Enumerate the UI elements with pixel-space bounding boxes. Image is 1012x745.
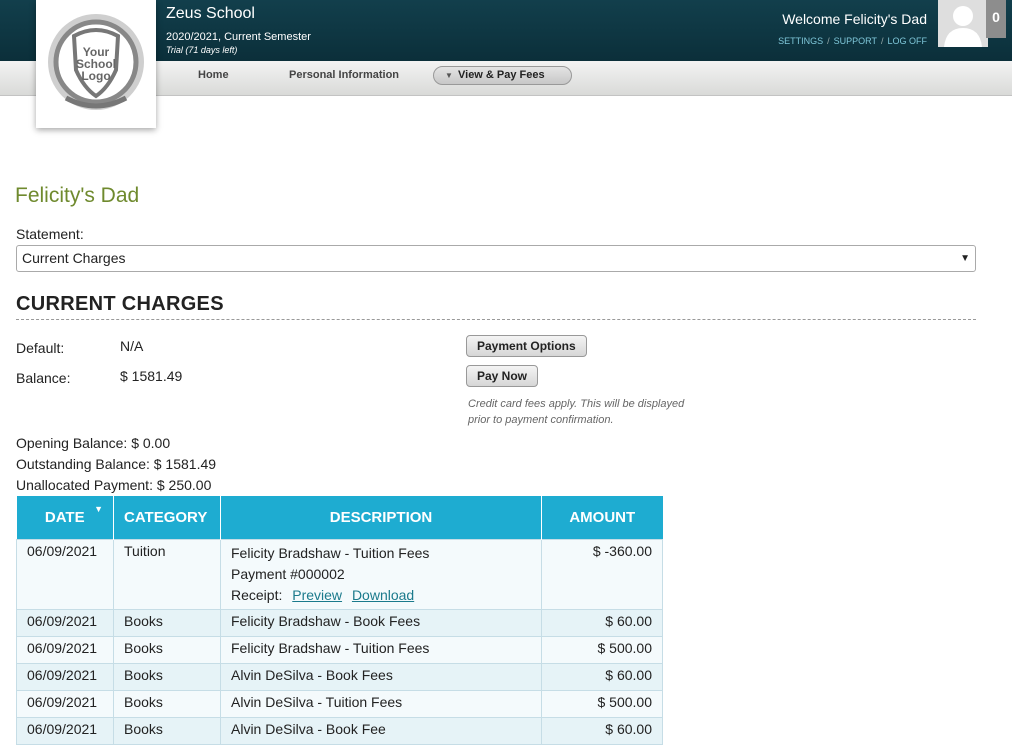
row-amount: $ -360.00	[541, 538, 663, 610]
table-row: 06/09/2021 Tuition Felicity Bradshaw - T…	[16, 538, 663, 610]
table-header-row: DATE ▼ CATEGORY DESCRIPTION AMOUNT	[16, 496, 663, 539]
charges-table: DATE ▼ CATEGORY DESCRIPTION AMOUNT 06/09…	[16, 496, 663, 745]
shield-logo-icon: Your School Logo	[48, 14, 144, 110]
school-name: Zeus School	[166, 5, 255, 22]
notification-count-badge[interactable]: 0	[986, 0, 1006, 38]
row-date: 06/09/2021	[16, 635, 114, 664]
receipt-download-link[interactable]: Download	[352, 587, 414, 603]
welcome-message: Welcome Felicity's Dad	[782, 11, 927, 27]
date-column-header[interactable]: DATE ▼	[16, 496, 114, 539]
row-category: Books	[113, 689, 221, 718]
row-description-text: Felicity Bradshaw - Tuition Fees	[231, 544, 430, 561]
outstanding-balance: Outstanding Balance: $ 1581.49	[16, 456, 217, 472]
row-amount: $ 60.00	[541, 608, 663, 637]
row-description: Alvin DeSilva - Tuition Fees	[220, 689, 542, 718]
balance-label: Balance:	[16, 370, 71, 386]
row-date: 06/09/2021	[16, 662, 114, 691]
row-amount: $ 500.00	[541, 689, 663, 718]
row-date: 06/09/2021	[16, 538, 114, 610]
date-header-label: DATE	[44, 508, 85, 526]
svg-text:Logo: Logo	[81, 69, 110, 83]
row-date: 06/09/2021	[16, 608, 114, 637]
row-payment-number: Payment #000002	[231, 565, 345, 582]
page-title: Felicity's Dad	[15, 184, 140, 207]
sort-arrow-icon: ▼	[94, 504, 103, 514]
account-links: SETTINGS / SUPPORT / LOG OFF	[778, 36, 927, 46]
row-category: Books	[113, 608, 221, 637]
support-link[interactable]: SUPPORT	[834, 36, 877, 46]
table-row: 06/09/2021 Books Alvin DeSilva - Book Fe…	[16, 716, 663, 745]
row-amount: $ 500.00	[541, 635, 663, 664]
nav-view-pay-fees[interactable]: ▼ View & Pay Fees	[433, 66, 572, 85]
row-category: Books	[113, 662, 221, 691]
row-category: Books	[113, 635, 221, 664]
credit-card-fee-note: Credit card fees apply. This will be dis…	[468, 398, 685, 426]
logoff-link[interactable]: LOG OFF	[887, 36, 927, 46]
receipt-preview-link[interactable]: Preview	[292, 587, 342, 603]
table-row: 06/09/2021 Books Alvin DeSilva - Book Fe…	[16, 662, 663, 691]
avatar[interactable]	[938, 0, 988, 47]
user-silhouette-icon	[938, 0, 988, 47]
table-row: 06/09/2021 Books Felicity Bradshaw - Boo…	[16, 608, 663, 637]
school-logo[interactable]: Your School Logo	[36, 0, 156, 128]
section-divider	[16, 319, 976, 320]
row-amount: $ 60.00	[541, 662, 663, 691]
trial-label: Trial (71 days left)	[166, 45, 238, 55]
settings-link[interactable]: SETTINGS	[778, 36, 823, 46]
row-date: 06/09/2021	[16, 689, 114, 718]
row-description: Alvin DeSilva - Book Fees	[220, 662, 542, 691]
row-description: Felicity Bradshaw - Book Fees	[220, 608, 542, 637]
default-label: Default:	[16, 340, 65, 356]
chevron-down-icon: ▼	[960, 253, 970, 264]
statement-label: Statement:	[16, 226, 84, 242]
row-category: Tuition	[113, 538, 221, 610]
nav-home[interactable]: Home	[198, 69, 229, 81]
nav-personal-information[interactable]: Personal Information	[289, 69, 399, 81]
description-column-header[interactable]: DESCRIPTION	[220, 496, 542, 539]
row-description: Felicity Bradshaw - Tuition Fees Payment…	[220, 538, 542, 610]
statement-selected-value: Current Charges	[22, 250, 126, 266]
default-value: N/A	[120, 338, 144, 354]
statement-select[interactable]: Current Charges ▼	[16, 245, 976, 272]
row-description: Alvin DeSilva - Book Fee	[220, 716, 542, 745]
row-category: Books	[113, 716, 221, 745]
link-separator: /	[880, 36, 884, 46]
receipt-line: Receipt: Preview Download	[231, 585, 531, 606]
row-date: 06/09/2021	[16, 716, 114, 745]
row-amount: $ 60.00	[541, 716, 663, 745]
nav-view-pay-fees-label: View & Pay Fees	[458, 69, 545, 81]
table-row: 06/09/2021 Books Alvin DeSilva - Tuition…	[16, 689, 663, 718]
pay-now-button[interactable]: Pay Now	[466, 365, 539, 387]
balance-value: $ 1581.49	[120, 368, 183, 384]
unallocated-payment: Unallocated Payment: $ 250.00	[16, 477, 212, 493]
row-description: Felicity Bradshaw - Tuition Fees	[220, 635, 542, 664]
category-column-header[interactable]: CATEGORY	[113, 496, 221, 539]
payment-options-button[interactable]: Payment Options	[466, 335, 587, 357]
amount-column-header[interactable]: AMOUNT	[541, 496, 663, 539]
dropdown-caret-icon: ▼	[445, 71, 453, 80]
link-separator: /	[827, 36, 830, 46]
semester-label: 2020/2021, Current Semester	[166, 31, 311, 43]
receipt-label: Receipt:	[231, 586, 283, 603]
table-row: 06/09/2021 Books Felicity Bradshaw - Tui…	[16, 635, 663, 664]
opening-balance: Opening Balance: $ 0.00	[16, 435, 171, 451]
section-title: CURRENT CHARGES	[16, 293, 224, 315]
